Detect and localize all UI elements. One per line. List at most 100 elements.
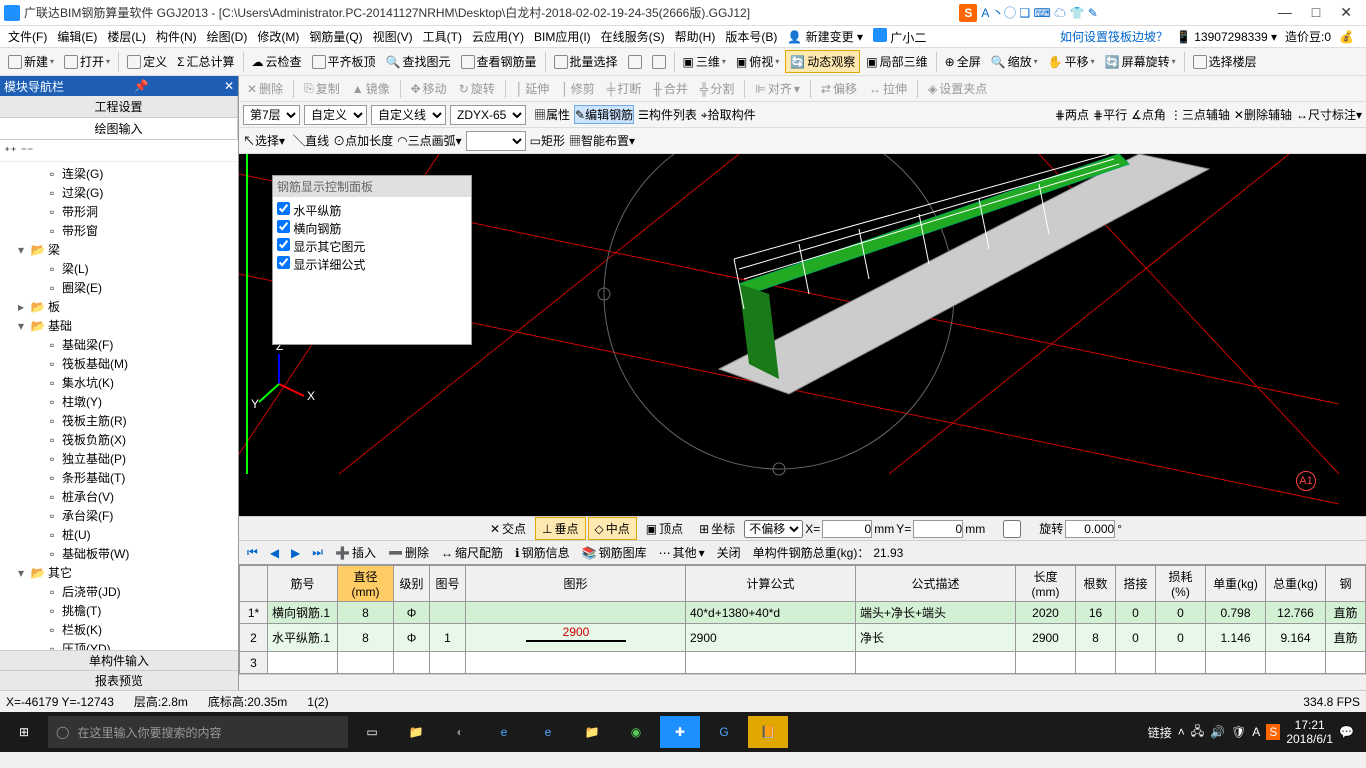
tree-node[interactable]: ▫柱墩(Y) [2,392,236,411]
y-input[interactable] [913,520,963,538]
sogou-icon[interactable]: S [959,4,977,22]
menu-modify[interactable]: 修改(M) [253,26,303,47]
tray-link[interactable]: 链接 [1148,724,1172,741]
find-button[interactable]: 🔍查找图元 [382,51,455,72]
tray-network-icon[interactable]: 🖧 [1191,722,1204,743]
mirror-button[interactable]: ▲镜像 [348,78,394,99]
snap-endpoint[interactable]: ▣顶点 [639,517,690,540]
table-cell[interactable] [430,652,466,674]
table-cell[interactable] [268,652,338,674]
taskbar-app-3[interactable]: ◉ [616,716,656,748]
table-cell[interactable] [466,652,686,674]
table-header[interactable]: 总重(kg) [1266,566,1326,602]
prev-icon[interactable] [624,53,646,71]
rebar-table[interactable]: 筋号直径(mm)级别图号图形计算公式公式描述长度(mm)根数搭接损耗(%)单重(… [239,564,1366,674]
table-cell[interactable]: 0 [1156,602,1206,624]
screen-rotate-button[interactable]: 🔄屏幕旋转▾ [1101,51,1180,72]
snap-coord[interactable]: ⊞坐标 [692,517,742,540]
menu-component[interactable]: 构件(N) [152,26,201,47]
tray-ime-a[interactable]: A [1252,725,1260,739]
trim-button[interactable]: │修剪 [557,78,599,99]
table-cell[interactable]: 0 [1156,624,1206,652]
table-header[interactable]: 损耗(%) [1156,566,1206,602]
table-cell[interactable]: 直筋 [1326,624,1366,652]
align-button[interactable]: ⊫对齐▾ [751,78,804,99]
table-header[interactable]: 直径(mm) [338,566,394,602]
scale-button[interactable]: ↔缩尺配筋 [437,542,507,563]
taskbar-app-6[interactable]: 📙 [748,716,788,748]
taskbar-app-5[interactable]: G [704,716,744,748]
tree-node[interactable]: ▫连梁(G) [2,164,236,183]
tree-node[interactable]: ▫桩承台(V) [2,487,236,506]
offset-select[interactable]: 不偏移 [744,520,803,538]
two-point-button[interactable]: ⋕两点 [1055,106,1089,123]
delete-button[interactable]: ✕删除 [243,78,287,99]
start-button[interactable]: ⊞ [4,716,44,748]
snap-midpoint[interactable]: ◇中点 [588,517,637,540]
tree-node[interactable]: ▾📂梁 [2,240,236,259]
system-tray[interactable]: 链接 ˄ 🖧 🔊 🛡 A S 17:21 2018/6/1 💬 [1148,718,1362,747]
cortana-search[interactable]: ◯ 在这里输入你要搜索的内容 [48,716,348,748]
tree-node[interactable]: ▫后浇带(JD) [2,582,236,601]
tray-up-icon[interactable]: ˄ [1178,725,1185,739]
extend-button[interactable]: │延伸 [512,78,554,99]
table-cell[interactable]: 横向钢筋.1 [268,602,338,624]
angle-button[interactable]: ∡点角 [1131,106,1166,123]
menu-draw[interactable]: 绘图(D) [203,26,252,47]
edit-rebar-button[interactable]: ✎编辑钢筋 [574,105,634,124]
phone-number[interactable]: 📱 13907298339 ▾ [1176,30,1277,44]
new-button[interactable]: 新建▾ [4,51,58,72]
parallel-button[interactable]: ⋕平行 [1093,106,1127,123]
tab-project-settings[interactable]: 工程设置 [0,96,238,117]
help-link[interactable]: 如何设置筏板边坡？ [1060,28,1168,45]
tree-node[interactable]: ▫承台梁(F) [2,506,236,525]
tree-node[interactable]: ▫带形洞 [2,202,236,221]
break-button[interactable]: ╪打断 [603,78,646,99]
table-cell[interactable] [1016,652,1076,674]
rebar-lib-button[interactable]: 📚钢筋图库 [578,542,651,563]
pan-move-button[interactable]: ✋平移▾ [1044,51,1099,72]
move-button[interactable]: ✥移动 [407,78,451,99]
choose-floor-button[interactable]: 选择楼层 [1189,51,1261,72]
tree-node[interactable]: ▫桩(U) [2,525,236,544]
row-number[interactable]: 1* [240,602,268,624]
taskbar-app-1[interactable]: 📁 [396,716,436,748]
x-input[interactable] [822,520,872,538]
tree-node[interactable]: ▫筏板负筋(X) [2,430,236,449]
rebar-display-panel[interactable]: 钢筋显示控制面板 水平纵筋 横向钢筋 显示其它图元 显示详细公式 [272,175,472,345]
tree-node[interactable]: ▫基础梁(F) [2,335,236,354]
table-cell[interactable]: 0 [1116,602,1156,624]
category-select[interactable]: 自定义 [304,105,367,125]
open-button[interactable]: 打开▾ [60,51,114,72]
code-select[interactable]: ZDYX-65 [450,105,526,125]
panel-close-icon[interactable]: ✕ [224,79,234,93]
attr-button[interactable]: ▦属性 [534,106,570,123]
tree-node[interactable]: ▫压顶(YD) [2,639,236,650]
component-tree[interactable]: ▫连梁(G)▫过梁(G)▫带形洞▫带形窗▾📂梁▫梁(L)▫圈梁(E)▸📂板▾📂基… [0,162,238,650]
table-cell[interactable]: 9.164 [1266,624,1326,652]
menu-online[interactable]: 在线服务(S) [597,26,669,47]
tree-node[interactable]: ▫栏板(K) [2,620,236,639]
tree-node[interactable]: ▫梁(L) [2,259,236,278]
table-cell[interactable] [1076,652,1116,674]
table-cell[interactable]: 净长 [856,624,1016,652]
table-cell[interactable] [1206,652,1266,674]
dynamic-view-button[interactable]: 🔄动态观察 [785,50,860,73]
other-button[interactable]: ⋯其他▾ [655,542,709,563]
tree-node[interactable]: ▸📂板 [2,297,236,316]
menu-tool[interactable]: 工具(T) [419,26,466,47]
user-hint[interactable]: 广小二 [869,26,930,48]
table-header[interactable] [240,566,268,602]
tree-node[interactable]: ▫挑檐(T) [2,601,236,620]
table-cell[interactable] [686,652,856,674]
nav-first-icon[interactable]: ⏮ [243,545,262,560]
offset-button[interactable]: ⇄偏移 [817,78,861,99]
batch-button[interactable]: 批量选择 [550,51,622,72]
arc-option-select[interactable] [466,131,526,151]
menu-view[interactable]: 视图(V) [369,26,417,47]
row-number[interactable]: 2 [240,624,268,652]
table-header[interactable]: 根数 [1076,566,1116,602]
zoom-button[interactable]: 🔍缩放▾ [987,51,1042,72]
table-cell[interactable]: 40*d+1380+40*d [686,602,856,624]
tree-node[interactable]: ▫筏板主筋(R) [2,411,236,430]
